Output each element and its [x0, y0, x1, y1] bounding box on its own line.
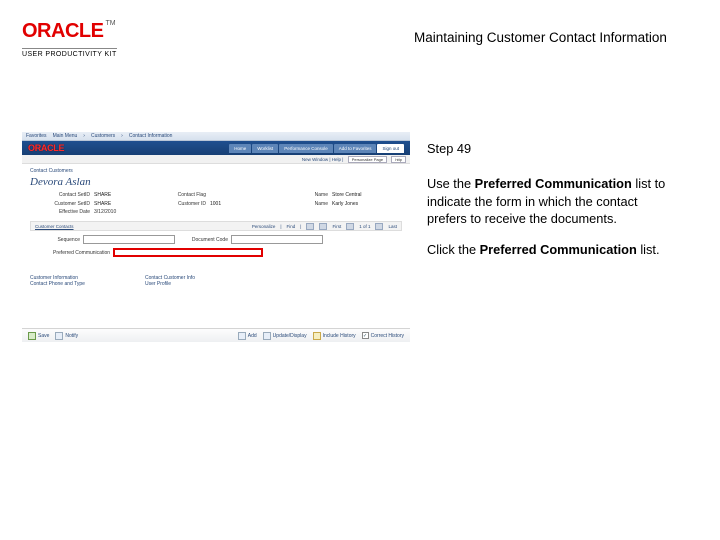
prev-icon[interactable] — [346, 223, 354, 230]
detail-grid: Contact SetIDSHARE Contact Flag NameStor… — [30, 192, 402, 207]
doccode-input[interactable] — [231, 235, 323, 244]
instruction-line-2: Click the Preferred Communication list. — [427, 241, 677, 258]
instruction-line-1: Use the Preferred Communication list to … — [427, 175, 677, 227]
tab-worklist[interactable]: Worklist — [252, 144, 278, 153]
pref-comm-label: Preferred Communication — [30, 250, 110, 256]
preferred-communication-list[interactable] — [113, 248, 263, 257]
info-columns: Customer Information Contact Phone and T… — [30, 275, 402, 287]
form-row-2: Preferred Communication — [30, 248, 402, 257]
form-row: Sequence Document Code — [30, 235, 402, 244]
sequence-input[interactable] — [83, 235, 175, 244]
notify-button[interactable]: Notify — [55, 332, 78, 340]
correct-button[interactable]: ✓Correct History — [362, 332, 404, 339]
person-name: Devora Aslan — [30, 176, 402, 188]
http-icon: http — [391, 156, 406, 163]
tab-signout[interactable]: Sign out — [377, 144, 404, 153]
oracle-wordmark: ORACLE — [22, 20, 103, 43]
effective-date: Effective Date 3/12/2010 — [30, 209, 402, 215]
history-button[interactable]: Include History — [313, 332, 356, 340]
grid-toolbar: Customer Contacts Personalize | Find | F… — [30, 221, 402, 231]
section-crumb: Contact Customers — [30, 168, 402, 174]
sequence-label: Sequence — [30, 237, 80, 243]
save-button[interactable]: Save — [28, 332, 49, 340]
product-subtitle: USER PRODUCTIVITY KIT — [22, 48, 117, 58]
add-button[interactable]: Add — [238, 332, 257, 340]
next-icon[interactable] — [375, 223, 383, 230]
brand-logo: ORACLETM USER PRODUCTIVITY KIT — [22, 20, 162, 61]
step-label: Step 49 — [427, 140, 677, 157]
nav-tabs: Home Worklist Performance Console Add to… — [229, 144, 404, 153]
history-icon — [313, 332, 321, 340]
doccode-label: Document Code — [178, 237, 228, 243]
grid-icon[interactable] — [306, 223, 314, 230]
breadcrumb: Favorites Main Menu › Customers › Contac… — [22, 132, 410, 141]
action-bar: Save Notify Add Update/Display Include H… — [22, 328, 410, 342]
update-button[interactable]: Update/Display — [263, 332, 307, 340]
add-icon — [238, 332, 246, 340]
tab-home[interactable]: Home — [229, 144, 251, 153]
page-title: Maintaining Customer Contact Information — [414, 30, 667, 45]
checkbox-icon: ✓ — [362, 332, 369, 339]
instruction-panel: Step 49 Use the Preferred Communication … — [427, 140, 677, 272]
app-brand: ORACLE — [28, 143, 64, 153]
grid-icon[interactable] — [319, 223, 327, 230]
tab-favorites[interactable]: Add to Favorites — [334, 144, 377, 153]
app-screenshot: Favorites Main Menu › Customers › Contac… — [22, 132, 410, 342]
save-icon — [28, 332, 36, 340]
app-subbar: New Window | Help | Personalize Page htt… — [22, 155, 410, 164]
update-icon — [263, 332, 271, 340]
tab-performance[interactable]: Performance Console — [279, 144, 333, 153]
notify-icon — [55, 332, 63, 340]
trademark: TM — [105, 20, 115, 27]
app-navbar: ORACLE Home Worklist Performance Console… — [22, 141, 410, 155]
